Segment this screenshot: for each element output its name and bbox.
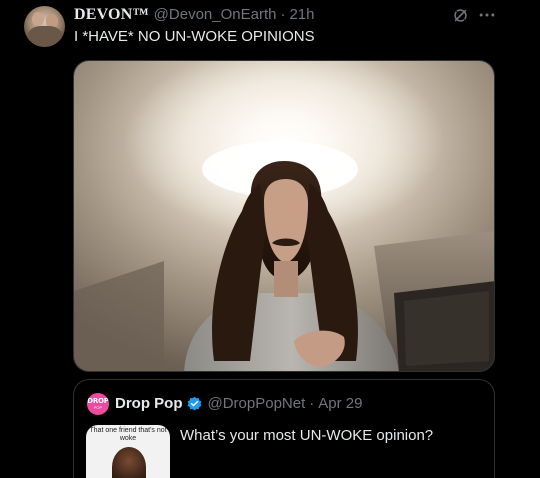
tweet-media-image[interactable]	[73, 60, 495, 372]
verified-badge-icon	[187, 396, 201, 411]
quote-thumbnail[interactable]: That one friend that's not woke	[86, 425, 170, 478]
author-avatar[interactable]	[24, 6, 65, 47]
author-handle[interactable]: @Devon_OnEarth	[154, 6, 277, 23]
author-display-name[interactable]: DEVON™	[74, 6, 149, 24]
quote-thumbnail-figure	[112, 447, 146, 478]
quote-date[interactable]: Apr 29	[318, 395, 362, 412]
more-icon[interactable]	[477, 5, 497, 25]
quote-header: Drop Pop @DropPopNet · Apr 29	[115, 395, 362, 412]
quote-author-handle[interactable]: @DropPopNet	[208, 395, 306, 412]
quote-author-name[interactable]: Drop Pop	[115, 395, 183, 412]
quote-header-separator: ·	[309, 395, 315, 412]
quote-text: What’s your most UN-WOKE opinion?	[180, 427, 434, 444]
tweet-text: I *HAVE* NO UN-WOKE OPINIONS	[74, 28, 315, 45]
tweet-timestamp[interactable]: 21h	[289, 6, 314, 23]
grok-icon[interactable]	[452, 7, 469, 24]
quoted-tweet[interactable]: DROP POP Drop Pop @DropPopNet · Apr 29 T…	[73, 379, 495, 478]
quote-author-avatar[interactable]: DROP POP	[87, 393, 109, 415]
header-separator: ·	[280, 6, 286, 23]
quote-thumbnail-caption: That one friend that's not woke	[89, 427, 167, 442]
tweet: DEVON™ @Devon_OnEarth · 21h I *HAVE* NO …	[0, 0, 540, 478]
tweet-header: DEVON™ @Devon_OnEarth · 21h	[74, 6, 315, 26]
quote-avatar-logo-subtext: POP	[93, 405, 103, 410]
quote-avatar-logo-text: DROP	[87, 397, 109, 405]
